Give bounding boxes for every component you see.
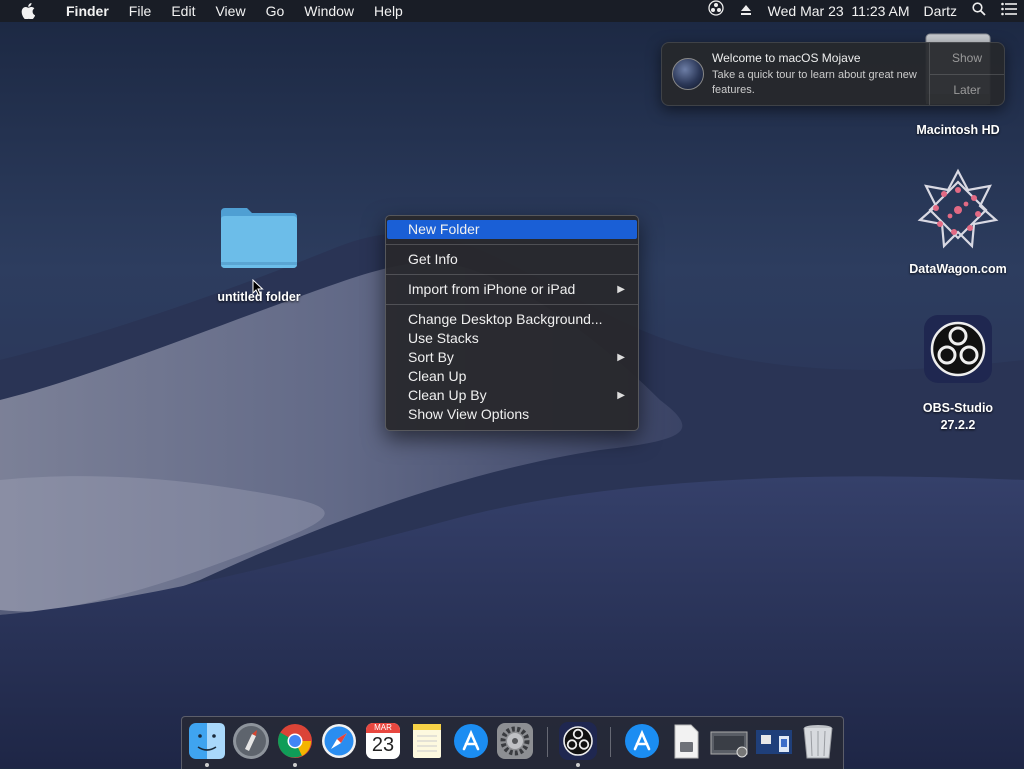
dock: MAR 23 [181,716,844,769]
eject-icon [738,2,754,18]
notification-actions: Show Later [929,43,1004,105]
dock-preview-stack[interactable] [755,722,793,760]
running-indicator [576,763,580,767]
running-indicator [293,763,297,767]
obs-label-line2: 27.2.2 [940,418,976,432]
submenu-arrow-icon: ▶ [617,390,625,401]
menu-view[interactable]: View [205,0,255,22]
dock-trash[interactable] [799,722,837,760]
dock-obs[interactable] [559,722,597,760]
eject-item[interactable] [731,0,761,22]
apple-menu[interactable] [0,0,56,22]
import-label: Import from iPhone or iPad [408,281,576,297]
document-icon [674,724,699,759]
notification-center-icon [1001,1,1017,17]
dock-applications-stack[interactable] [623,722,661,760]
running-indicator [205,763,209,767]
sort-by-label: Sort By [408,349,454,365]
desktop-context-menu: New Folder Get Info Import from iPhone o… [385,215,639,431]
submenu-arrow-icon: ▶ [617,284,625,295]
dock-safari[interactable] [320,722,358,760]
clean-up-by-label: Clean Up By [408,387,487,403]
menu-item-clean-up[interactable]: Clean Up [387,367,637,386]
dock-finder[interactable] [188,722,226,760]
submenu-arrow-icon: ▶ [617,352,625,363]
mouse-cursor-icon [252,279,264,297]
menu-separator [386,304,638,305]
menu-file[interactable]: File [119,0,162,22]
welcome-notification[interactable]: Welcome to macOS Mojave Take a quick tou… [661,42,1005,106]
app-menu-finder[interactable]: Finder [56,0,119,22]
notes-icon [413,724,441,758]
clock[interactable]: Wed Mar 23 11:23 AM [761,0,917,22]
notification-center-button[interactable] [994,0,1024,22]
dock-screenshots-stack[interactable] [709,722,751,760]
menu-item-use-stacks[interactable]: Use Stacks [387,329,637,348]
user-menu[interactable]: Dartz [917,0,964,22]
apple-icon [21,3,35,19]
calendar-month: MAR [366,723,400,733]
menu-help[interactable]: Help [364,0,413,22]
menu-window[interactable]: Window [294,0,364,22]
notification-title: Welcome to macOS Mojave [712,51,861,65]
dock-separator [610,727,611,757]
folder-icon [221,208,297,268]
dock-notes[interactable] [408,722,446,760]
notification-body: Take a quick tour to learn about great n… [712,69,917,96]
dock-system-preferences[interactable] [496,722,534,760]
obs-icon [563,726,593,756]
menu-separator [386,274,638,275]
chrome-icon [278,724,312,758]
dock-app-store[interactable] [452,722,490,760]
dock-calendar[interactable]: MAR 23 [366,723,400,759]
app-store-icon [454,724,488,758]
datawagon-logo-icon [917,168,999,249]
menu-item-new-folder[interactable]: New Folder [387,220,637,239]
launchpad-icon [233,723,269,759]
dock-launchpad[interactable] [232,722,270,760]
obs-app-icon [924,315,992,383]
menu-item-get-info[interactable]: Get Info [387,250,637,269]
datawagon-label: DataWagon.com [909,262,1007,276]
finder-icon [189,723,225,759]
preview-stack-icon [756,730,792,754]
calendar-day: 23 [371,734,395,756]
screenshots-icon [710,731,748,758]
later-button[interactable]: Later [930,74,1004,105]
trash-icon [803,725,833,759]
desktop-icon-datawagon[interactable]: DataWagon.com [898,168,1018,278]
menu-item-clean-up-by[interactable]: Clean Up By ▶ [387,386,637,405]
obs-label-line1: OBS-Studio [922,401,994,415]
obs-status-icon [708,0,724,16]
app-store-stack-icon [625,724,659,758]
spotlight-button[interactable] [964,0,994,22]
menu-item-change-desktop-background[interactable]: Change Desktop Background... [387,310,637,329]
menu-separator [386,244,638,245]
show-button[interactable]: Show [930,43,1004,74]
dock-documents-stack[interactable] [667,722,705,760]
menu-bar: Finder File Edit View Go Window Help Wed… [0,0,1024,22]
desktop-icon-obs-studio[interactable]: OBS-Studio 27.2.2 [898,315,1018,434]
menu-edit[interactable]: Edit [161,0,205,22]
menu-go[interactable]: Go [256,0,295,22]
spotlight-search-icon [971,1,987,17]
safari-icon [322,724,356,758]
mojave-app-icon [672,58,704,90]
menu-item-show-view-options[interactable]: Show View Options [387,405,637,424]
obs-status-item[interactable] [701,0,731,22]
dock-chrome[interactable] [276,722,314,760]
macintosh-hd-label: Macintosh HD [916,123,1000,137]
dock-separator [547,727,548,757]
menu-item-import-from-iphone[interactable]: Import from iPhone or iPad ▶ [387,280,637,299]
gear-icon [497,723,533,759]
menu-item-sort-by[interactable]: Sort By ▶ [387,348,637,367]
